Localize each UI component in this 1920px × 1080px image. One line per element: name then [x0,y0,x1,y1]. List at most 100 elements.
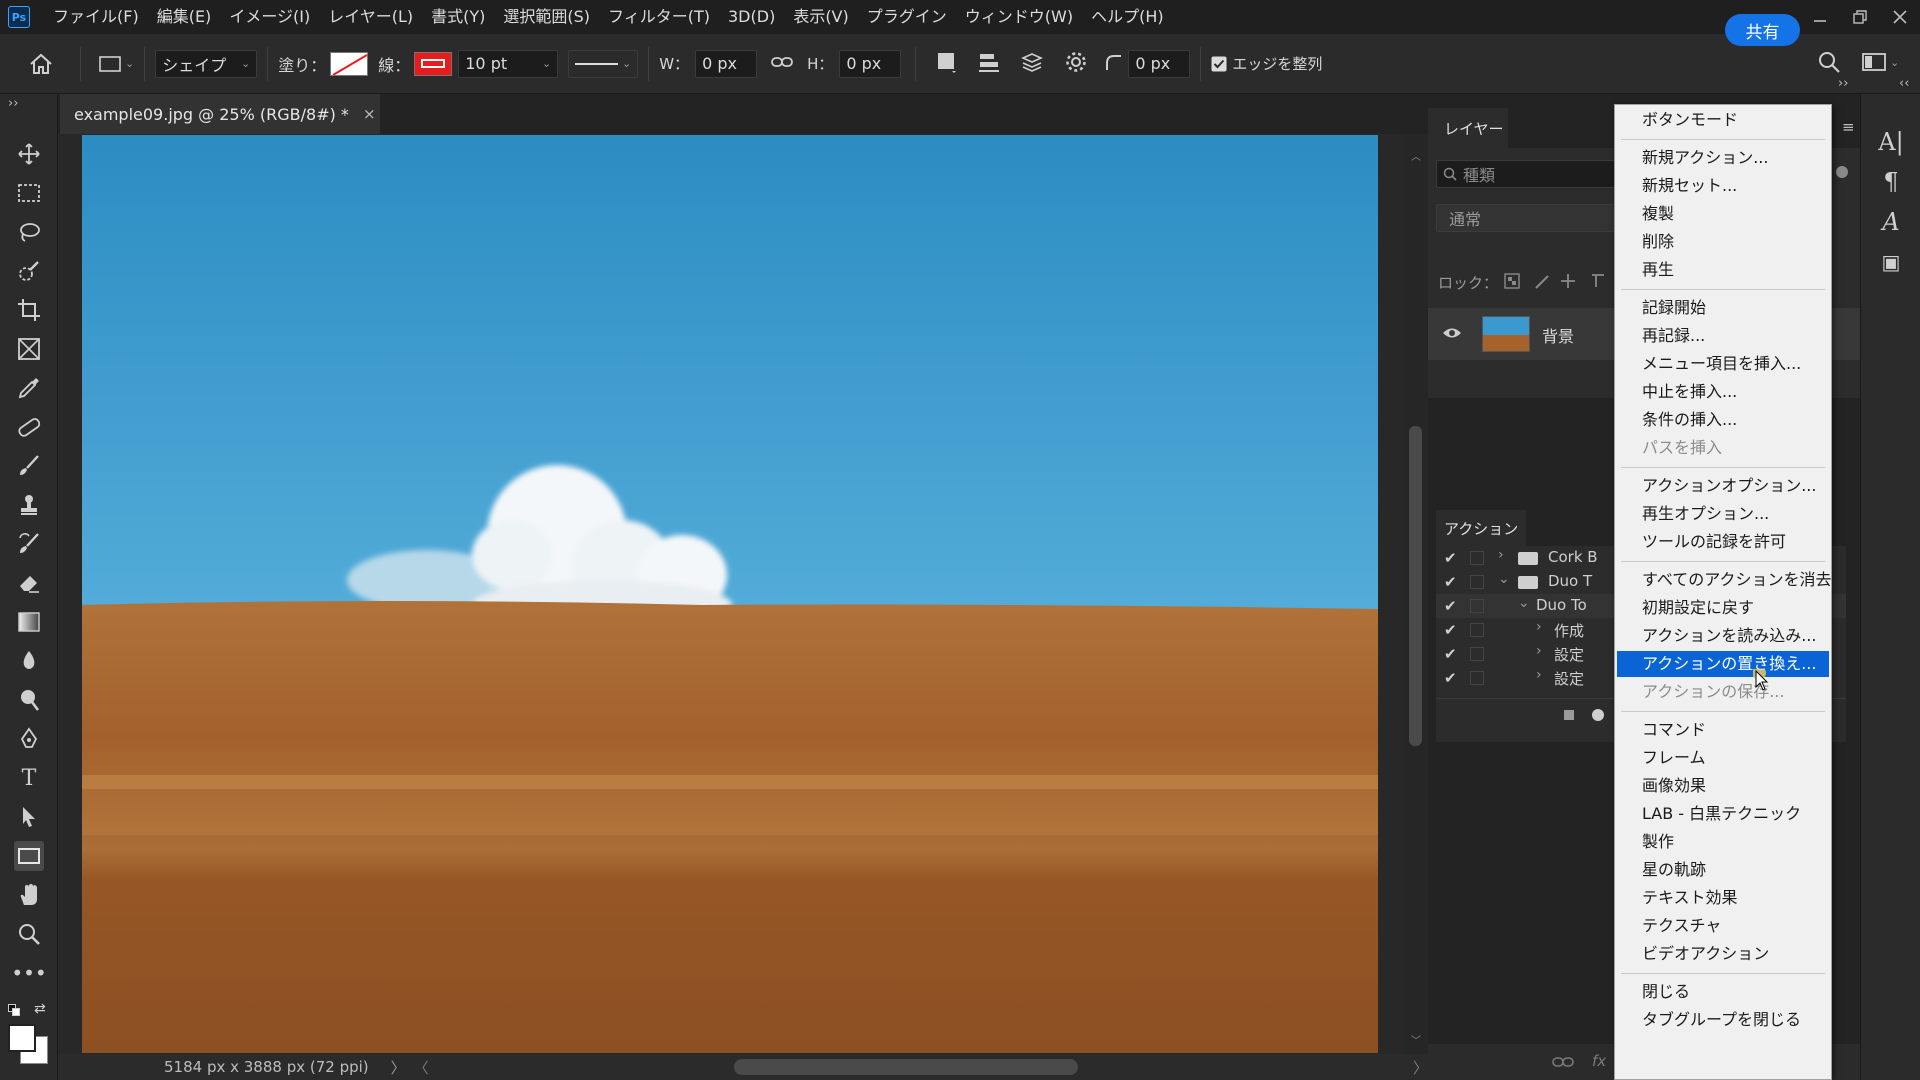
menu-item[interactable]: 編集(E) [148,0,221,34]
layer-filter-field[interactable]: 種類 [1436,160,1616,188]
tool-preset-picker[interactable]: ⌄ [99,34,134,94]
path-alignment-button[interactable] [978,51,1000,77]
menu-item[interactable]: イメージ(I) [220,0,319,34]
rectangle-tool[interactable] [14,841,44,871]
menu-item[interactable]: フィルター(T) [599,0,719,34]
clone-stamp-tool[interactable] [14,490,44,520]
dialog-toggle-box[interactable] [1470,575,1484,589]
scroll-right-arrow[interactable]: 〉 [1413,1057,1428,1078]
menu-item[interactable]: 書式(Y) [422,0,494,34]
replace-actions-item[interactable]: アクションの置き換え... [1617,651,1829,677]
link-dimensions-button[interactable] [771,55,793,73]
frame-tool[interactable] [14,334,44,364]
include-checkmark-icon[interactable]: ✔ [1444,621,1457,639]
menu-item[interactable]: テキスト効果 [1617,885,1829,911]
status-menu-arrow[interactable]: 〉 [391,1057,406,1078]
chevron-down-icon[interactable]: ⌄ [1518,595,1530,611]
scroll-down-icon[interactable]: ﹀ [1411,1032,1421,1047]
collapse-panels-icon[interactable]: ›› [1838,76,1848,91]
quick-selection-tool[interactable] [14,256,44,286]
actions-tab[interactable]: アクション [1444,518,1518,539]
move-tool[interactable] [14,139,44,169]
include-checkmark-icon[interactable]: ✔ [1444,597,1457,615]
close-tab-icon[interactable]: × [363,105,376,123]
menu-item[interactable]: レイヤー(L) [319,0,422,34]
fill-swatch[interactable] [330,51,369,76]
settings-button[interactable] [1064,50,1088,78]
search-button[interactable] [1817,50,1841,74]
pen-tool[interactable] [14,724,44,754]
path-operations-button[interactable] [936,51,958,77]
menu-item[interactable]: 新規セット... [1617,173,1829,199]
menu-item[interactable]: ビデオアクション [1617,941,1829,967]
restore-button[interactable] [1840,0,1880,34]
chevron-right-icon[interactable]: › [1536,667,1542,683]
layers-tab[interactable]: レイヤー [1444,118,1504,139]
document-image[interactable] [82,135,1378,1053]
corner-radius-field[interactable]: 0 px [1128,49,1191,78]
button-mode-item[interactable]: ボタンモード [1617,107,1829,133]
stop-button[interactable] [1564,710,1574,720]
eyedropper-tool[interactable] [14,373,44,403]
expand-strip-icon[interactable]: ‹‹ [1899,76,1909,91]
stroke-swatch[interactable] [414,51,453,76]
expand-panel-icon[interactable]: ›› [8,96,18,111]
menu-item[interactable]: メニュー項目を挿入... [1617,351,1829,377]
foreground-color-swatch[interactable] [8,1024,36,1052]
menu-item[interactable]: 再記録... [1617,323,1829,349]
eraser-tool[interactable] [14,568,44,598]
marquee-tool[interactable] [14,178,44,208]
menu-item[interactable]: フレーム [1617,745,1829,771]
crop-tool[interactable] [14,295,44,325]
document-tab[interactable]: example09.jpg @ 25% (RGB/8#) * × [60,94,380,134]
menu-item[interactable]: ファイル(F) [44,0,148,34]
menu-item[interactable]: アクションオプション... [1617,473,1829,499]
type-tool[interactable]: T [14,763,44,793]
menu-item[interactable]: ツールの記録を許可 [1617,529,1829,555]
dialog-toggle-box[interactable] [1470,623,1484,637]
menu-item[interactable]: 新規アクション... [1617,145,1829,171]
dialog-toggle-box[interactable] [1470,671,1484,685]
menu-item[interactable]: LAB - 白黒テクニック [1617,801,1829,827]
filter-toggle-icon[interactable] [1836,166,1848,178]
align-edges-checkbox[interactable]: エッジを整列 [1211,53,1322,74]
blur-tool[interactable] [14,646,44,676]
panel-menu-icon[interactable]: ≡ [1842,118,1855,136]
blend-mode-select[interactable]: 通常 [1436,204,1616,232]
paragraph-panel-icon[interactable]: ¶ [1877,168,1905,196]
stroke-width-field[interactable]: 10 pt ⌄ [458,49,559,78]
menu-item[interactable]: 表示(V) [784,0,857,34]
canvas-area[interactable] [58,134,1428,1054]
include-checkmark-icon[interactable]: ✔ [1444,549,1457,567]
menu-item[interactable]: プラグイン [858,0,956,34]
width-field[interactable]: 0 px [695,49,758,78]
include-checkmark-icon[interactable]: ✔ [1444,573,1457,591]
visibility-eye-icon[interactable] [1442,326,1462,340]
healing-brush-tool[interactable] [14,412,44,442]
history-brush-tool[interactable] [14,529,44,559]
brush-tool[interactable] [14,451,44,481]
include-checkmark-icon[interactable]: ✔ [1444,645,1457,663]
lasso-tool[interactable] [14,217,44,247]
lock-icons[interactable] [1504,272,1624,290]
height-field[interactable]: 0 px [839,49,902,78]
include-checkmark-icon[interactable]: ✔ [1444,669,1457,687]
path-selection-tool[interactable] [14,802,44,832]
menu-item[interactable]: アクションを読み込み... [1617,623,1829,649]
default-colors-icon[interactable] [8,1004,20,1016]
gradient-tool[interactable] [14,607,44,637]
menu-item[interactable]: 複製 [1617,201,1829,227]
menu-item[interactable]: 初期設定に戻す [1617,595,1829,621]
menu-item[interactable]: 再生オプション... [1617,501,1829,527]
hand-tool[interactable] [14,880,44,910]
menu-item[interactable]: 再生 [1617,257,1829,283]
chevron-right-icon[interactable]: › [1536,619,1542,635]
character-panel-icon[interactable]: A| [1877,128,1905,156]
path-arrangement-button[interactable] [1020,50,1044,78]
glyphs-panel-icon[interactable]: A [1877,208,1905,236]
fx-icon[interactable]: fx [1592,1052,1606,1070]
menu-item[interactable]: 削除 [1617,229,1829,255]
dialog-toggle-box[interactable] [1470,647,1484,661]
scroll-up-icon[interactable]: ︿ [1411,148,1421,163]
libraries-panel-icon[interactable]: ▣ [1877,248,1905,276]
